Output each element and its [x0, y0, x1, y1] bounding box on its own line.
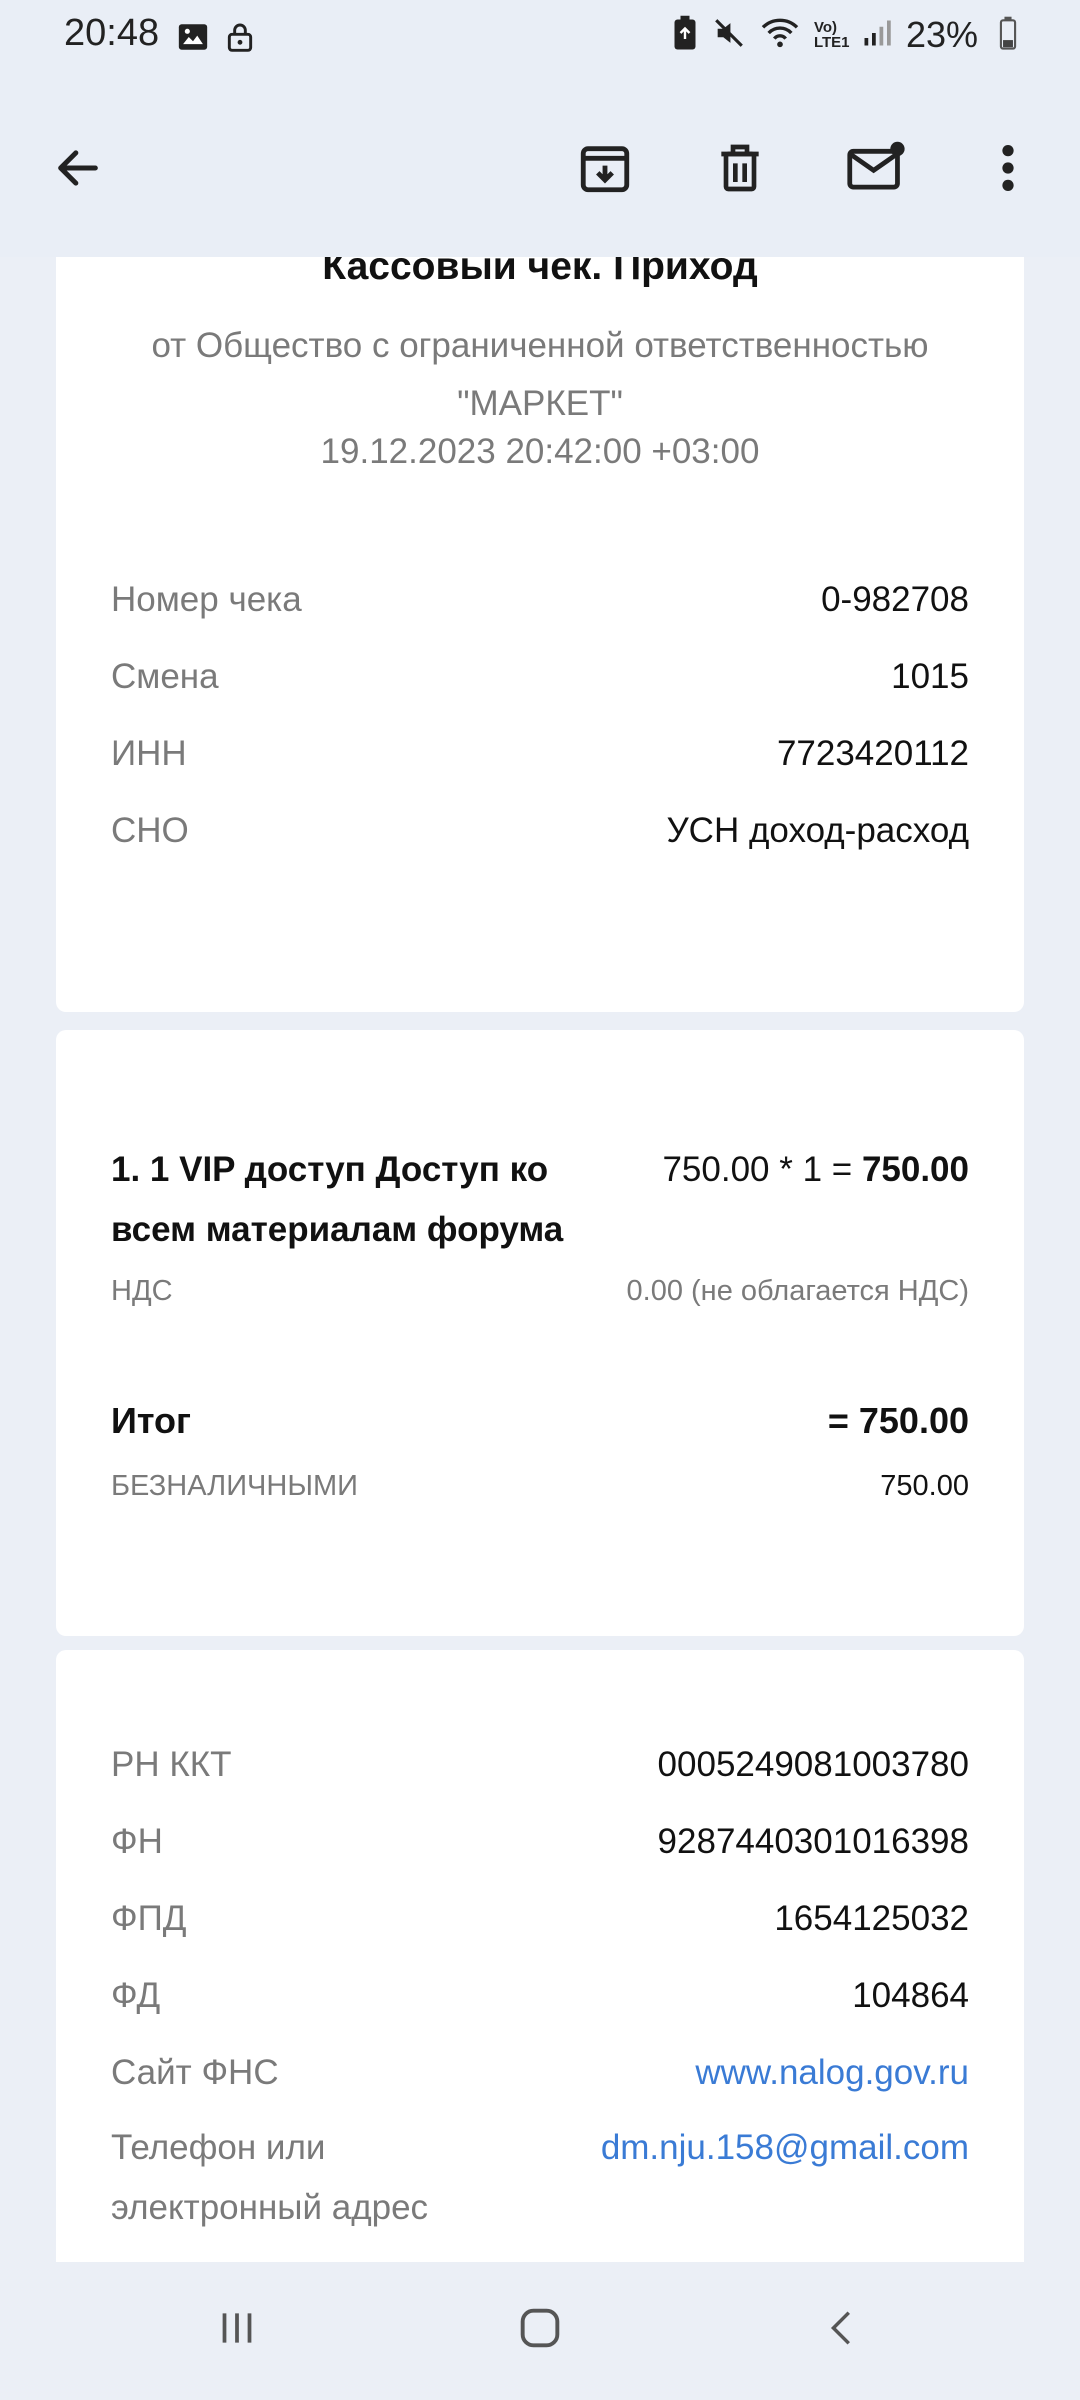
receipt-header-card: Кассовый чек. Приход от Общество с огран…	[56, 257, 1024, 1012]
total-value: = 750.00	[827, 1400, 969, 1441]
more-options-button[interactable]	[968, 130, 1048, 210]
fiscal-row: РН ККТ 0005249081003780	[111, 1745, 969, 1785]
fiscal-value: 9287440301016398	[657, 1822, 969, 1861]
mail-unread-icon	[845, 139, 907, 202]
home-icon	[514, 2302, 566, 2359]
vat-label: НДС	[111, 1275, 173, 1307]
trash-icon	[712, 140, 768, 201]
battery-saver-icon	[672, 15, 698, 56]
navigation-bar	[0, 2262, 1080, 2400]
status-right-icons: Vo) LTE1 23%	[672, 14, 1018, 56]
home-button[interactable]	[495, 2290, 585, 2370]
fiscal-label: ФН	[111, 1822, 163, 1861]
more-vert-icon	[998, 142, 1018, 199]
fiscal-label: Сайт ФНС	[111, 2053, 279, 2092]
arrow-left-icon	[52, 142, 104, 199]
info-label: Смена	[111, 657, 219, 696]
nav-back-button[interactable]	[798, 2290, 888, 2370]
payment-value: 750.00	[880, 1470, 969, 1502]
payment-label: БЕЗНАЛИЧНЫМИ	[111, 1470, 358, 1502]
item-price-expression: 750.00 * 1 =	[662, 1150, 862, 1189]
fiscal-row: ФПД 1654125032	[111, 1899, 969, 1939]
archive-icon	[576, 139, 634, 202]
info-row: Номер чека 0-982708	[111, 580, 969, 620]
fiscal-label: РН ККТ	[111, 1745, 232, 1784]
fiscal-value: 1654125032	[774, 1899, 969, 1938]
nav-back-icon	[820, 2302, 866, 2359]
fiscal-row: Сайт ФНС www.nalog.gov.ru	[111, 2053, 969, 2093]
fiscal-row: ФН 9287440301016398	[111, 1822, 969, 1862]
receipt-fiscal-card: РН ККТ 0005249081003780 ФН 9287440301016…	[56, 1650, 1024, 2262]
contact-label: Телефон или электронный адрес	[111, 2128, 429, 2227]
battery-icon	[998, 16, 1018, 55]
info-row: ИНН 7723420112	[111, 734, 969, 774]
status-bar: 20:48 Vo) LTE1 23%	[0, 0, 1080, 80]
item-price-total: 750.00	[861, 1150, 969, 1189]
status-left-icons	[176, 20, 256, 59]
gallery-icon	[176, 20, 210, 59]
vat-row: НДС 0.00 (не облагается НДС)	[111, 1275, 969, 1308]
payment-row: БЕЗНАЛИЧНЫМИ 750.00	[111, 1470, 969, 1503]
fns-site-link[interactable]: www.nalog.gov.ru	[695, 2053, 969, 2093]
mute-icon	[712, 16, 746, 55]
delete-button[interactable]	[700, 130, 780, 210]
item-name: 1. 1 VIP доступ Доступ ко всем материала…	[111, 1150, 564, 1249]
info-value: 1015	[891, 657, 969, 696]
recents-icon	[212, 2303, 262, 2358]
receipt-title: Кассовый чек. Приход	[322, 257, 758, 288]
info-value: 7723420112	[776, 734, 969, 773]
item-price: 750.00 * 1 = 750.00	[662, 1140, 969, 1200]
contact-email-link[interactable]: dm.nju.158@gmail.com	[601, 2118, 969, 2178]
mark-unread-button[interactable]	[836, 130, 916, 210]
info-label: ИНН	[111, 734, 187, 773]
receipt-content[interactable]: Кассовый чек. Приход от Общество с огран…	[0, 257, 1080, 2262]
top-app-bar	[0, 80, 1080, 257]
info-value: УСН доход-расход	[666, 811, 969, 850]
fiscal-value: 104864	[852, 1976, 969, 2015]
archive-button[interactable]	[565, 130, 645, 210]
receipt-items-card: 1. 1 VIP доступ Доступ ко всем материала…	[56, 1030, 1024, 1636]
fiscal-label: ФД	[111, 1976, 161, 2015]
total-row: Итог = 750.00	[111, 1400, 969, 1442]
info-row: Смена 1015	[111, 657, 969, 697]
info-row: СНО УСН доход-расход	[111, 811, 969, 851]
info-label: СНО	[111, 811, 189, 850]
fiscal-label: ФПД	[111, 1899, 187, 1938]
info-value: 0-982708	[821, 580, 969, 619]
lock-icon	[224, 20, 256, 59]
receipt-seller: от Общество с ограниченной ответственнос…	[151, 326, 929, 423]
wifi-icon	[760, 16, 800, 55]
fiscal-row: ФД 104864	[111, 1976, 969, 2016]
receipt-datetime: 19.12.2023 20:42:00 +03:00	[320, 432, 760, 471]
recents-button[interactable]	[192, 2290, 282, 2370]
lte-label: Vo) LTE1	[813, 19, 850, 51]
fiscal-value: 0005249081003780	[657, 1745, 969, 1784]
signal-icon	[862, 18, 892, 53]
total-label: Итог	[111, 1400, 192, 1441]
info-label: Номер чека	[111, 580, 302, 619]
back-button[interactable]	[38, 130, 118, 210]
battery-percent: 23%	[905, 14, 978, 55]
status-time: 20:48	[64, 12, 160, 54]
vat-value: 0.00 (не облагается НДС)	[626, 1275, 969, 1307]
